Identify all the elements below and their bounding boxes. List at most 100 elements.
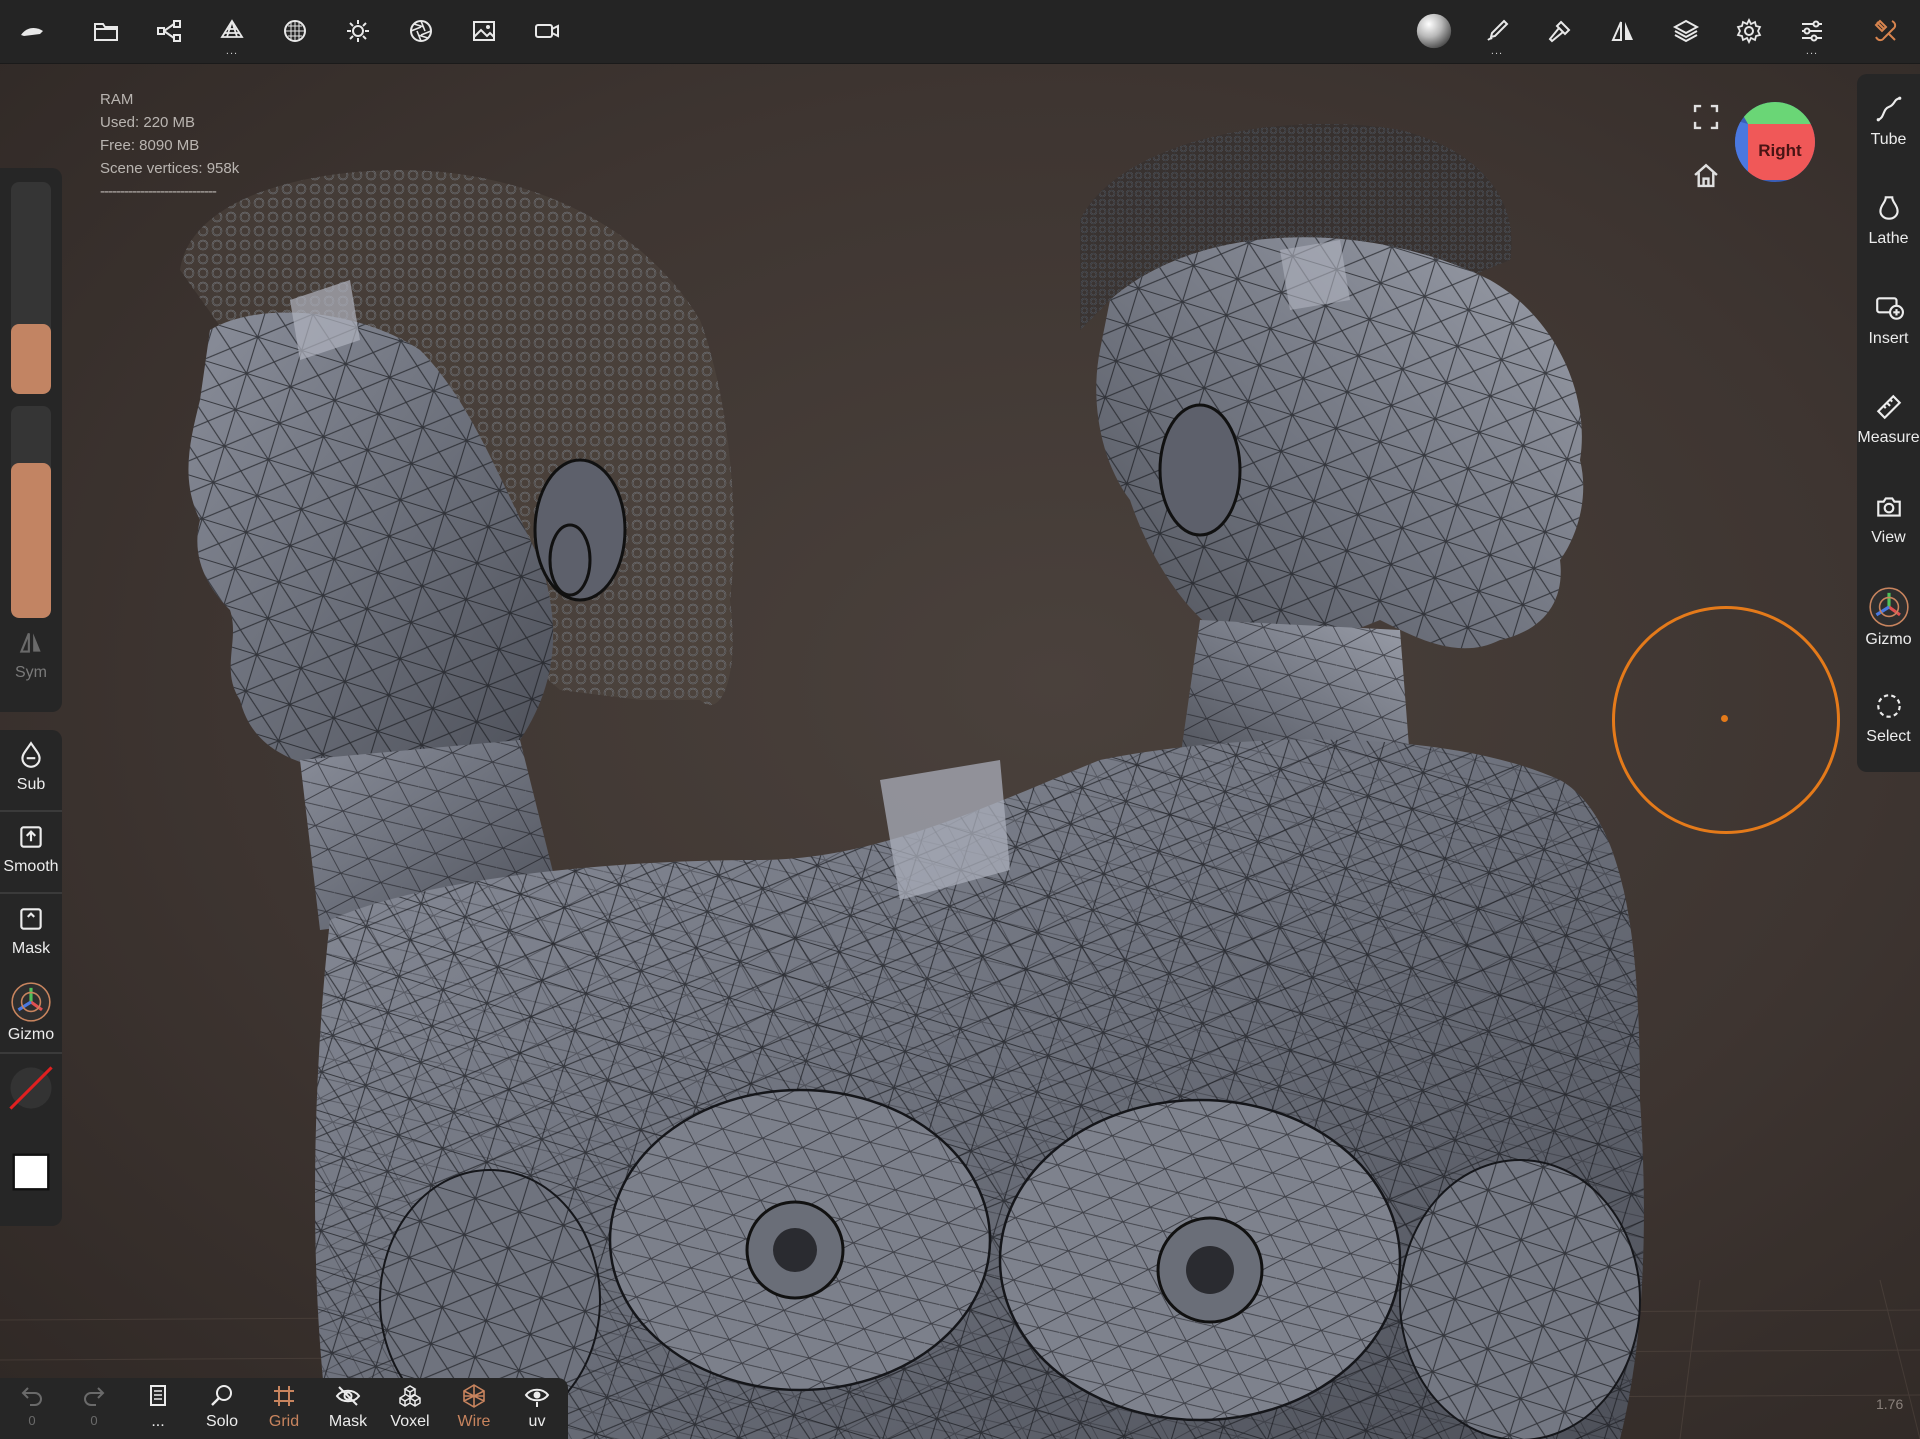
intensity-slider-fill xyxy=(11,463,51,618)
view-button[interactable]: View xyxy=(1857,492,1920,547)
matcap-selector[interactable] xyxy=(0,1064,62,1112)
image-icon[interactable] xyxy=(460,8,508,54)
matcap-sphere-icon xyxy=(9,1066,53,1110)
history-button[interactable]: ... xyxy=(128,1382,188,1438)
voxel-button[interactable]: Voxel xyxy=(380,1382,440,1438)
measure-button[interactable]: Measure xyxy=(1857,392,1920,447)
sliders-more-dots: ... xyxy=(1805,45,1819,57)
radius-slider-fill xyxy=(11,324,51,394)
grid-icon xyxy=(274,1386,294,1406)
matcap-preview-icon[interactable] xyxy=(1410,8,1458,54)
lathe-button[interactable]: Lathe xyxy=(1857,193,1920,248)
gizmo-icon xyxy=(11,982,51,1022)
video-camera-icon[interactable] xyxy=(523,8,571,54)
divider xyxy=(0,1052,62,1054)
zoom-level: 1.76 xyxy=(1876,1396,1904,1412)
undo-button[interactable]: 0 xyxy=(2,1382,62,1438)
scene-vertices: Scene vertices: 958k xyxy=(100,160,240,177)
home-icon xyxy=(1694,163,1718,188)
gizmo-label-left: Gizmo xyxy=(7,1026,55,1043)
sliders-icon[interactable]: ... xyxy=(1788,8,1836,57)
topology-icon[interactable]: ... xyxy=(208,8,256,57)
view-label: View xyxy=(1871,529,1906,546)
grid-toggle[interactable]: Grid xyxy=(254,1382,314,1438)
aperture-icon[interactable] xyxy=(397,8,445,54)
ruler-icon xyxy=(1876,394,1901,420)
select-label: Select xyxy=(1866,728,1911,745)
mask-icon xyxy=(20,908,42,930)
tube-button[interactable]: Tube xyxy=(1857,94,1920,149)
voxel-label: Voxel xyxy=(390,1413,430,1430)
wire-label: Wire xyxy=(457,1413,491,1430)
brush-center-dot xyxy=(1721,715,1728,722)
lathe-label: Lathe xyxy=(1868,230,1909,247)
undo-icon xyxy=(21,1387,42,1406)
tools-icon[interactable] xyxy=(1862,8,1910,54)
insert-button[interactable]: Insert xyxy=(1857,293,1920,348)
insert-icon xyxy=(1875,297,1904,320)
bottom-toolbar: 0 0 ... Solo Grid Mask Voxel Wire uv xyxy=(0,1378,568,1439)
app-logo-icon[interactable] xyxy=(8,8,56,54)
sub-label: Sub xyxy=(16,776,46,793)
fullscreen-button[interactable] xyxy=(1689,100,1723,134)
radius-slider[interactable] xyxy=(11,182,51,394)
color-swatch-icon xyxy=(12,1153,50,1191)
scene-graph-icon[interactable] xyxy=(145,8,193,54)
left-brush-panel: Sym xyxy=(0,168,62,712)
layers-icon[interactable] xyxy=(1662,8,1710,54)
eye-hidden-icon xyxy=(335,1386,361,1406)
sym-button[interactable]: Sym xyxy=(0,628,62,682)
undo-count: 0 xyxy=(28,1413,36,1428)
mask-toggle-label: Mask xyxy=(328,1413,368,1430)
uv-label: uv xyxy=(528,1413,546,1430)
redo-count: 0 xyxy=(90,1413,98,1428)
ram-info-overlay: RAM Used: 220 MB Free: 8090 MB Scene ver… xyxy=(100,88,239,203)
select-button[interactable]: Select xyxy=(1857,691,1920,746)
grid-label: Grid xyxy=(268,1413,300,1430)
solo-button[interactable]: Solo xyxy=(192,1382,252,1438)
smooth-button[interactable]: Smooth xyxy=(0,822,62,876)
symmetry-icon[interactable] xyxy=(1599,8,1647,54)
top-toolbar: ... ... ... xyxy=(0,0,1920,64)
ram-separator: ----------------------------- xyxy=(100,183,217,200)
wireframe-sphere-icon xyxy=(463,1384,485,1408)
brush-more-dots: ... xyxy=(1490,45,1504,57)
hammer-icon[interactable] xyxy=(1536,8,1584,54)
ram-used: Used: 220 MB xyxy=(100,114,196,131)
folder-icon[interactable] xyxy=(82,8,130,54)
home-view-button[interactable] xyxy=(1689,158,1723,192)
camera-icon xyxy=(1876,497,1901,517)
divider xyxy=(0,892,62,894)
right-tools-panel: Tube Lathe Insert Measure View Gizmo Sel… xyxy=(1857,74,1920,772)
notebook-icon xyxy=(150,1385,166,1406)
gizmo-button-left[interactable]: Gizmo xyxy=(0,980,62,1044)
uv-button[interactable]: uv xyxy=(507,1382,567,1438)
wire-toggle[interactable]: Wire xyxy=(444,1382,504,1438)
gizmo-button-right[interactable]: Gizmo xyxy=(1857,585,1920,649)
settings-gear-icon[interactable] xyxy=(1725,8,1773,54)
lathe-vase-icon xyxy=(1878,196,1899,220)
smooth-icon xyxy=(20,826,42,848)
view-cube-face-label: Right xyxy=(1758,141,1802,160)
mask-visibility-toggle[interactable]: Mask xyxy=(318,1382,378,1438)
color-swatch[interactable] xyxy=(0,1150,62,1194)
voxel-cubes-icon xyxy=(399,1385,421,1407)
gizmo-icon xyxy=(1868,587,1909,627)
mask-label: Mask xyxy=(11,940,51,957)
mask-button[interactable]: Mask xyxy=(0,904,62,958)
measure-label: Measure xyxy=(1857,429,1920,446)
intensity-slider[interactable] xyxy=(11,406,51,618)
sub-button[interactable]: Sub xyxy=(0,740,62,794)
light-icon[interactable] xyxy=(334,8,382,54)
tube-icon xyxy=(1876,96,1901,122)
fullscreen-icon xyxy=(1693,104,1719,130)
tube-label: Tube xyxy=(1870,131,1907,148)
redo-button[interactable]: 0 xyxy=(64,1382,124,1438)
divider xyxy=(0,810,62,812)
ram-free: Free: 8090 MB xyxy=(100,137,200,154)
smooth-label: Smooth xyxy=(3,858,59,875)
ram-title: RAM xyxy=(100,91,134,108)
brush-tool-icon[interactable]: ... xyxy=(1473,8,1521,57)
symmetry-icon xyxy=(19,632,41,653)
material-sphere-icon[interactable] xyxy=(271,8,319,54)
